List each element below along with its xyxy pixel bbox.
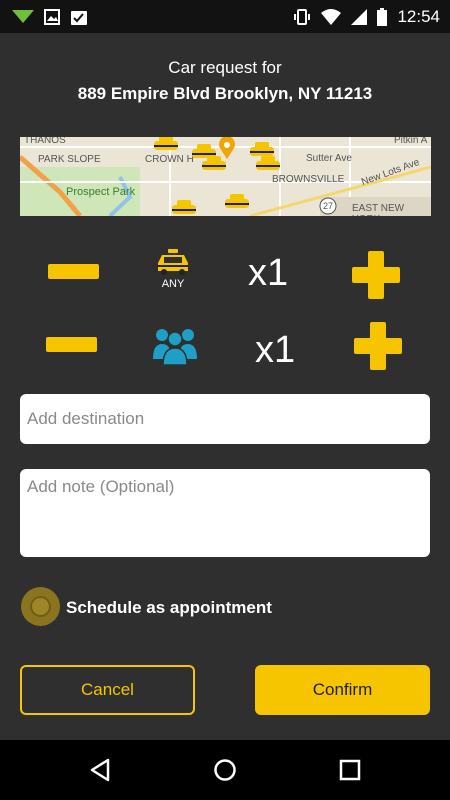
recents-icon[interactable] [339, 759, 361, 781]
passenger-plus-button[interactable] [354, 322, 402, 370]
taxi-marker-icon [225, 194, 249, 208]
map-label: BROWNSVILLE [272, 174, 345, 185]
map-label: PARK SLOPE [38, 154, 101, 165]
cancel-button[interactable]: Cancel [20, 665, 195, 715]
status-right-icons: 12:54 [293, 7, 440, 27]
destination-input[interactable] [20, 394, 430, 444]
status-bar: 12:54 [0, 0, 450, 33]
car-plus-button[interactable] [352, 251, 400, 299]
passenger-count: x1 [255, 329, 296, 371]
clipboard-check-icon [71, 11, 87, 25]
map-label: Sutter Ave [306, 153, 352, 164]
taxi-icon [158, 249, 188, 275]
system-nav-bar [0, 740, 450, 800]
wifi-icon [321, 9, 342, 25]
location-pin-icon [219, 137, 235, 159]
car-count-row: ANY x1 [0, 245, 450, 305]
nav-arrow-icon [12, 10, 34, 23]
request-title: Car request for [168, 58, 282, 77]
taxi-marker-icon [172, 200, 196, 214]
map-label: THANOS [24, 137, 66, 146]
car-count: x1 [248, 252, 289, 294]
map-preview[interactable]: THANOS PARK SLOPE Prospect Park CROWN H … [20, 137, 431, 216]
request-address: 889 Empire Blvd Brooklyn, NY 11213 [77, 84, 373, 103]
passenger-minus-button[interactable] [46, 337, 97, 352]
car-minus-button[interactable] [48, 264, 99, 279]
taxi-marker-icon [256, 156, 280, 170]
vibrate-icon [294, 9, 311, 25]
map-label: 27 [323, 201, 334, 211]
cell-signal-icon [351, 9, 368, 25]
confirm-button[interactable]: Confirm [255, 665, 430, 715]
image-icon [44, 9, 60, 25]
group-icon [153, 329, 197, 365]
status-time: 12:54 [397, 7, 440, 26]
map-label: EAST NEW YORK [352, 203, 405, 216]
schedule-label[interactable]: Schedule as appointment [66, 598, 272, 618]
passenger-count-row: x1 [0, 317, 450, 377]
schedule-radio-dot [30, 596, 51, 617]
map-label: Prospect Park [66, 186, 136, 198]
schedule-radio[interactable] [21, 587, 60, 626]
taxi-marker-icon [154, 137, 178, 150]
car-type-label: ANY [161, 278, 185, 290]
note-input[interactable] [20, 469, 430, 557]
home-icon[interactable] [213, 758, 237, 782]
status-left-icons [12, 8, 88, 26]
map-label: Pitkin A [394, 137, 428, 146]
request-header: Car request for 889 Empire Blvd Brooklyn… [0, 58, 450, 104]
car-type-selector[interactable]: ANY [152, 249, 194, 295]
map-label: CROWN H [145, 154, 194, 165]
battery-icon [377, 8, 388, 26]
back-icon[interactable] [89, 758, 111, 782]
